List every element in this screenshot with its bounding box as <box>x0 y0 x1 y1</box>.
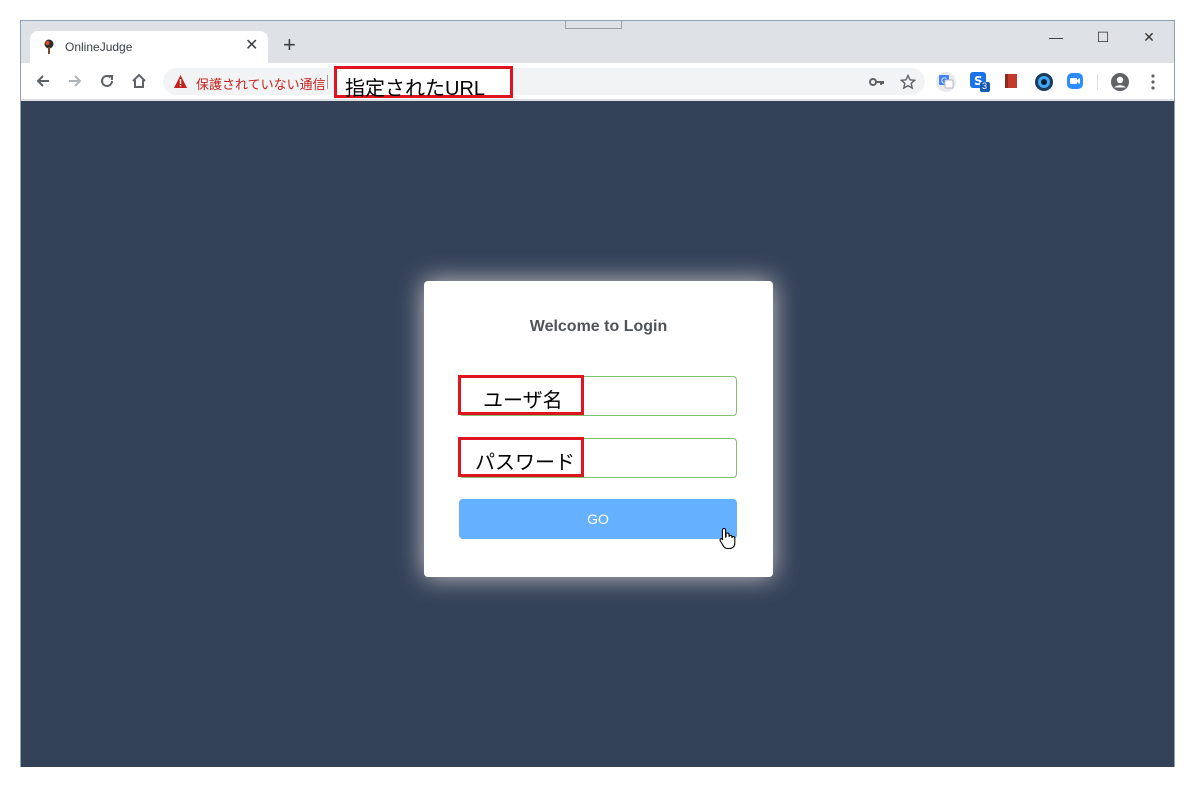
close-window-button[interactable]: ✕ <box>1126 25 1172 49</box>
password-key-button[interactable] <box>868 73 886 91</box>
profile-button[interactable] <box>1110 72 1130 92</box>
omnibox-divider <box>327 75 328 89</box>
translate-icon: G <box>939 75 954 89</box>
camera-extension[interactable] <box>1034 72 1054 92</box>
extension-s[interactable]: S 3 <box>969 72 990 92</box>
home-button[interactable] <box>127 69 151 93</box>
username-input[interactable]: ユーザ名 <box>458 375 737 416</box>
maximize-button[interactable]: ☐ <box>1080 25 1126 49</box>
password-annotation-box: パスワード <box>458 437 584 477</box>
profile-icon <box>1111 73 1129 91</box>
password-annotation-label: パスワード <box>475 452 575 474</box>
forward-button[interactable] <box>63 69 87 93</box>
username-annotation-label: ユーザ名 <box>483 390 563 412</box>
browser-tab[interactable]: OnlineJudge ✕ <box>30 31 268 63</box>
book-extension[interactable] <box>1002 72 1022 92</box>
tab-close-button[interactable]: ✕ <box>245 37 258 55</box>
translate-extension[interactable]: G <box>936 72 956 92</box>
password-input[interactable]: パスワード <box>458 437 737 478</box>
url-annotation-label: 指定されたURL <box>345 78 486 100</box>
extension-badge: 3 <box>982 81 988 91</box>
star-icon <box>900 74 916 90</box>
tab-title: OnlineJudge <box>65 40 133 54</box>
browser-toolbar: 保護されていない通信 指定されたURL G S 3 <box>21 63 1174 100</box>
warning-icon <box>174 75 187 88</box>
menu-icon <box>1151 74 1155 90</box>
chrome-menu-button[interactable] <box>1143 72 1163 92</box>
camera-icon <box>1035 73 1053 91</box>
browser-window: OnlineJudge ✕ + — ☐ ✕ 保護されていない通信 指定されたUR… <box>20 20 1175 767</box>
forward-arrow-icon <box>69 75 82 87</box>
minimize-button[interactable]: — <box>1033 25 1079 49</box>
insecure-connection-text[interactable]: 保護されていない通信 <box>196 74 326 93</box>
title-bar: OnlineJudge ✕ + — ☐ ✕ <box>21 21 1174 63</box>
login-title: Welcome to Login <box>529 318 668 335</box>
go-button[interactable]: GO <box>459 499 737 539</box>
key-icon <box>869 78 884 86</box>
back-arrow-icon <box>36 75 49 87</box>
tree-favicon-icon <box>44 39 54 54</box>
zoom-extension[interactable] <box>1066 72 1086 92</box>
extension-s-icon: S <box>970 72 990 92</box>
new-tab-button[interactable]: + <box>283 34 296 56</box>
address-bar[interactable]: 保護されていない通信 指定されたURL <box>163 66 925 100</box>
toolbar-divider <box>1097 74 1098 90</box>
username-annotation-box: ユーザ名 <box>458 375 584 415</box>
bookmark-star-button[interactable] <box>899 73 917 91</box>
zoom-icon <box>1067 73 1083 89</box>
window-notch <box>565 21 622 29</box>
back-button[interactable] <box>31 69 55 93</box>
book-icon <box>1005 74 1017 88</box>
url-annotation-box: 指定されたURL <box>334 66 513 100</box>
hand-cursor-icon <box>719 527 736 549</box>
page-content: Welcome to Login ユーザ名 パスワード GO <box>21 101 1174 767</box>
reload-button[interactable] <box>95 69 119 93</box>
login-card: Welcome to Login ユーザ名 パスワード GO <box>424 281 773 577</box>
home-icon <box>132 73 146 88</box>
reload-icon <box>101 74 113 87</box>
